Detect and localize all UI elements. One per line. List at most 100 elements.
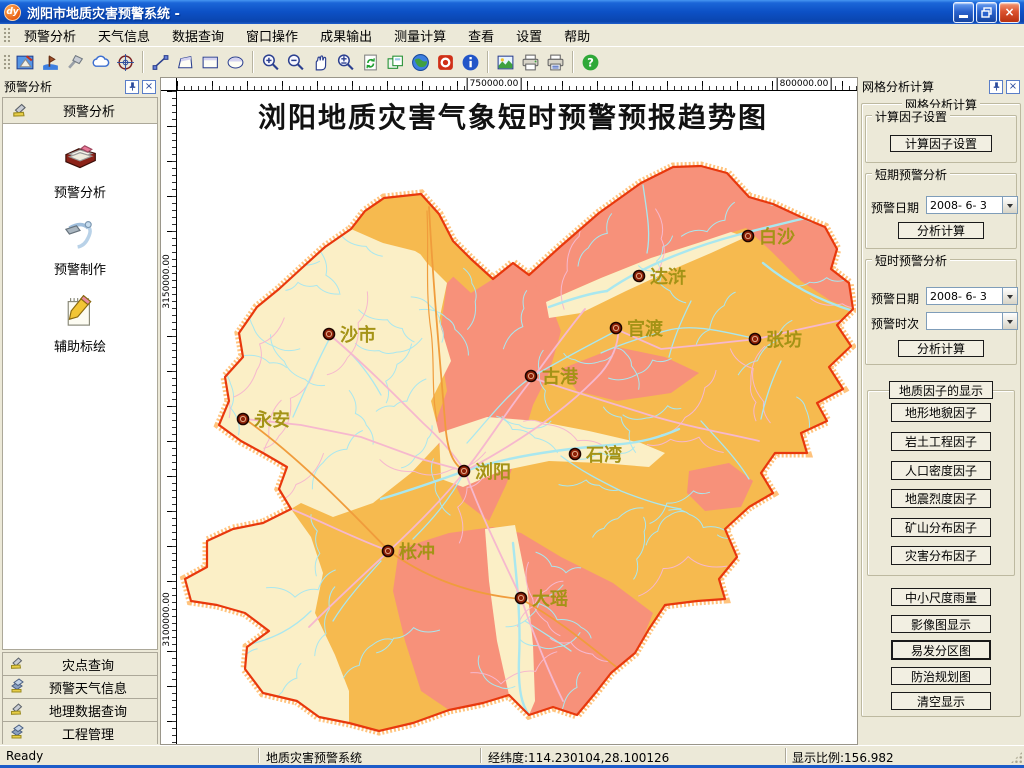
polygon-tool-icon[interactable] [173, 50, 198, 75]
sidebar-group-bar[interactable]: 工程管理 [2, 721, 158, 744]
menu-item[interactable]: 设置 [505, 23, 553, 48]
seal-icon [9, 654, 25, 674]
sidebar-group-bar[interactable]: 灾点查询 [2, 652, 158, 675]
restore-button[interactable] [976, 2, 997, 23]
print-icon[interactable] [518, 50, 543, 75]
zoom-extent-icon[interactable] [333, 50, 358, 75]
display-button[interactable]: 中小尺度雨量 [891, 588, 991, 606]
left-panel-title: 预警分析 [4, 78, 52, 95]
chevron-down-icon[interactable] [1002, 197, 1017, 213]
title-bar: dy 浏阳市地质灾害预警系统 - × [0, 0, 1024, 24]
pin-button[interactable] [125, 80, 139, 94]
help-icon[interactable]: ? [578, 50, 603, 75]
notepad-icon [60, 291, 100, 334]
ellipse-tool-icon[interactable] [223, 50, 248, 75]
satellite-map-tool-icon[interactable] [13, 50, 38, 75]
short-time-date-combo[interactable]: 2008- 6- 3 [926, 287, 1018, 305]
menu-item[interactable]: 帮助 [553, 23, 601, 48]
sidebar-group-label: 工程管理 [25, 724, 151, 743]
toolbox-item-label: 预警制作 [54, 259, 106, 278]
stream-line [790, 676, 803, 746]
factor-button[interactable]: 矿山分布因子 [891, 518, 991, 537]
factor-button[interactable]: 岩土工程因子 [891, 432, 991, 451]
minimize-icon [959, 15, 968, 18]
sidebar-group-bar[interactable]: 预警天气信息 [2, 675, 158, 698]
menu-item[interactable]: 成果输出 [309, 23, 383, 48]
minimize-button[interactable] [953, 2, 974, 23]
app-logo-icon: dy [4, 4, 21, 21]
restore-icon [980, 6, 993, 19]
layers-icon [9, 677, 25, 697]
factor-setting-button[interactable]: 计算因子设置 [890, 135, 992, 152]
stream-line [687, 617, 739, 675]
sidebar-group-bar[interactable]: 地理数据查询 [2, 698, 158, 721]
city-label: 官渡 [627, 318, 664, 340]
toolbox-item[interactable]: 预警分析 [3, 137, 157, 201]
menu-bar: 预警分析天气信息数据查询窗口操作成果输出测量计算查看设置帮助 [0, 24, 1024, 46]
menu-item[interactable]: 预警分析 [13, 23, 87, 48]
refresh-page-icon[interactable] [358, 50, 383, 75]
image-export-icon[interactable] [493, 50, 518, 75]
zoom-out-icon[interactable] [283, 50, 308, 75]
toolbar: ? [0, 46, 1024, 77]
info-icon[interactable] [458, 50, 483, 75]
toolbox-item[interactable]: 辅助标绘 [3, 291, 157, 355]
short-time-hour-combo[interactable] [926, 312, 1018, 330]
hammer-tool-icon[interactable] [63, 50, 88, 75]
display-button[interactable]: 影像图显示 [891, 615, 991, 633]
menu-item[interactable]: 测量计算 [383, 23, 457, 48]
status-separator [258, 748, 259, 763]
display-button[interactable]: 易发分区图 [891, 640, 991, 660]
menu-item[interactable]: 查看 [457, 23, 505, 48]
stop-icon[interactable] [433, 50, 458, 75]
copy-layers-icon[interactable] [383, 50, 408, 75]
sidebar-group-label: 灾点查询 [25, 655, 151, 674]
resize-grip[interactable] [1010, 751, 1023, 764]
short-time-analyze-button[interactable]: 分析计算 [898, 340, 984, 357]
display-button[interactable]: 防治规划图 [891, 667, 991, 685]
pan-hand-icon[interactable] [308, 50, 333, 75]
factor-button[interactable]: 地震烈度因子 [891, 489, 991, 508]
chevron-down-icon[interactable] [1002, 288, 1017, 304]
close-icon: × [1004, 5, 1014, 19]
book-icon [60, 137, 100, 180]
short-term-label: 短期预警分析 [872, 166, 950, 183]
close-panel-button[interactable]: × [1006, 80, 1020, 94]
toolbox-section-bar[interactable]: 预警分析 [3, 98, 157, 124]
stream-line [459, 223, 517, 251]
factor-button[interactable]: 人口密度因子 [891, 461, 991, 480]
print-setup-icon[interactable] [543, 50, 568, 75]
menu-grip[interactable] [3, 27, 10, 43]
factor-button[interactable]: 地形地貌因子 [891, 403, 991, 422]
short-term-date-combo[interactable]: 2008- 6- 3 [926, 196, 1018, 214]
menu-item[interactable]: 窗口操作 [235, 23, 309, 48]
factor-display-header-button[interactable]: 地质因子的显示 [889, 381, 993, 399]
chevron-down-icon[interactable] [1002, 313, 1017, 329]
short-term-analyze-button[interactable]: 分析计算 [898, 222, 984, 239]
cloud-tool-icon[interactable] [88, 50, 113, 75]
close-button[interactable]: × [999, 2, 1020, 23]
rectangle-tool-icon[interactable] [198, 50, 223, 75]
factor-button[interactable]: 灾害分布因子 [891, 546, 991, 565]
target-tool-icon[interactable] [113, 50, 138, 75]
city-label: 张坊 [766, 329, 802, 351]
globe-icon[interactable] [408, 50, 433, 75]
toolbar-separator [252, 51, 254, 73]
line-tool-icon[interactable] [148, 50, 173, 75]
display-button[interactable]: 清空显示 [891, 692, 991, 710]
left-toolbox: 预警分析 预警分析预警制作辅助标绘 [2, 97, 158, 650]
map-canvas[interactable]: 浏阳地质灾害气象短时预警预报趋势图 白沙达浒官渡张坊沙市古港永安石湾浏阳枨冲大瑶 [177, 91, 856, 746]
city-label: 沙市 [340, 324, 376, 346]
toolbar-grip[interactable] [3, 54, 10, 70]
toolbox-item[interactable]: 预警制作 [3, 214, 157, 278]
stream-line [177, 430, 218, 486]
menu-item[interactable]: 天气信息 [87, 23, 161, 48]
stream-line [651, 639, 684, 704]
flag-water-tool-icon[interactable] [38, 50, 63, 75]
ruler-coordinate-label: 800000.00 [777, 78, 832, 90]
close-panel-button[interactable]: × [142, 80, 156, 94]
zoom-in-icon[interactable] [258, 50, 283, 75]
menu-item[interactable]: 数据查询 [161, 23, 235, 48]
toolbar-separator [487, 51, 489, 73]
pin-button[interactable] [989, 80, 1003, 94]
